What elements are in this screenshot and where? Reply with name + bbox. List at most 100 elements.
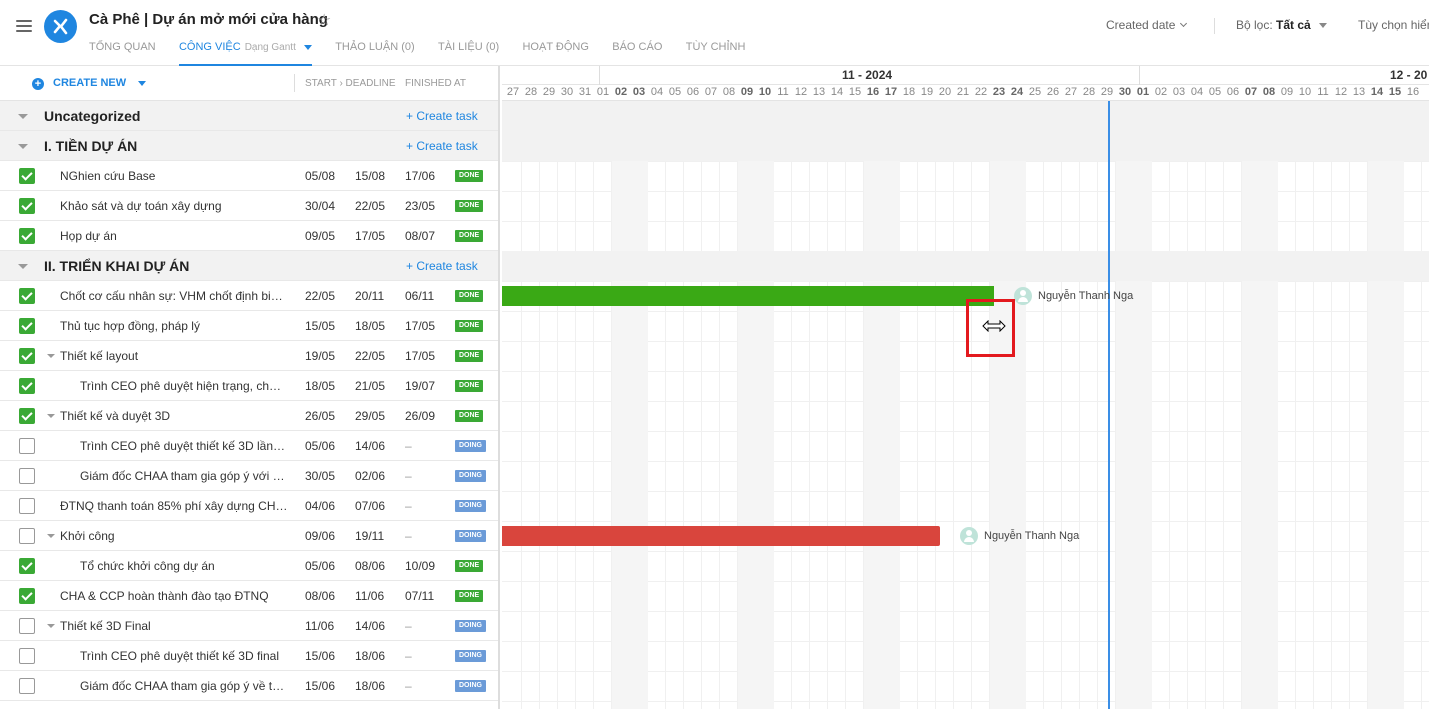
task-row[interactable]: ĐTNQ thanh toán 85% phí xây dựng CHAA...… [0,491,498,521]
task-row[interactable]: Thiết kế layout 19/05 22/05 17/05 DONE [0,341,498,371]
tab-customize[interactable]: TÙY CHỈNH [686,40,746,66]
display-options[interactable]: Tùy chọn hiển [1358,18,1429,32]
day-label: 09 [1280,86,1294,98]
tab-activity[interactable]: HOẠT ĐỘNG [522,40,588,66]
collapse-icon[interactable] [18,264,28,269]
subtask-row[interactable]: Trình CEO phê duyệt thiết kế 3D lần 1...… [0,431,498,461]
day-label: 06 [686,86,700,98]
task-row[interactable]: Khảo sát và dự toán xây dựng 30/04 22/05… [0,191,498,221]
task-name[interactable]: Khảo sát và dự toán xây dựng [60,199,288,213]
task-name[interactable]: Thủ tục hợp đồng, pháp lý [60,319,288,333]
star-icon[interactable]: ☆ [317,10,331,30]
task-row[interactable]: Chốt cơ cấu nhân sự: VHM chốt định biên.… [0,281,498,311]
day-label: 01 [596,86,610,98]
task-checkbox[interactable] [19,498,35,514]
task-checkbox[interactable] [19,438,35,454]
collapse-icon[interactable] [18,114,28,119]
expand-subtasks-icon[interactable] [47,354,55,358]
task-checkbox[interactable] [19,378,35,394]
task-row[interactable]: Thủ tục hợp đồng, pháp lý 15/05 18/05 17… [0,311,498,341]
task-checkbox[interactable] [19,288,35,304]
subtask-row[interactable]: Giám đốc CHAA tham gia góp ý với c... 30… [0,461,498,491]
tab-discussion[interactable]: THẢO LUẬN (0) [335,40,414,66]
chevron-down-icon[interactable] [303,44,312,50]
subtask-row[interactable]: Trình CEO phê duyệt thiết kế 3D final 15… [0,641,498,671]
task-name[interactable]: Thiết kế 3D Final [60,619,288,633]
tab-overview[interactable]: TỔNG QUAN [89,40,156,66]
status-badge: DONE [455,410,484,422]
task-checkbox[interactable] [19,528,35,544]
tab-tasks[interactable]: CÔNG VIỆC Dạng Gantt [178,40,312,66]
gantt-body[interactable]: Nguyễn Thanh Nga Nguyễn Thanh Nga [502,101,1429,709]
task-deadline: 17/05 [355,229,386,243]
task-checkbox[interactable] [19,228,35,244]
task-name[interactable]: Trình CEO phê duyệt thiết kế 3D final [80,649,286,663]
task-start: 30/04 [305,199,336,213]
create-task-link[interactable]: + Create task [406,259,478,273]
tab-documents[interactable]: TÀI LIỆU (0) [438,40,499,66]
task-checkbox[interactable] [19,468,35,484]
task-name[interactable]: Giám đốc CHAA tham gia góp ý với c... [80,469,286,483]
caret-down-icon[interactable] [138,80,147,86]
task-name[interactable]: Trình CEO phê duyệt thiết kế 3D lần 1... [80,439,286,453]
task-checkbox[interactable] [19,168,35,184]
task-row[interactable]: Khởi công 09/06 19/11 – DOING [0,521,498,551]
task-name[interactable]: CHA & CCP hoàn thành đào tạo ĐTNQ [60,589,288,603]
expand-subtasks-icon[interactable] [47,534,55,538]
weekend-column [1368,101,1386,709]
gantt-bar-chot-co-cau[interactable] [502,286,994,306]
task-row[interactable]: Họp dự án 09/05 17/05 08/07 DONE [0,221,498,251]
task-name[interactable]: Trình CEO phê duyệt hiện trạng, chủ đầu … [80,379,286,393]
task-row[interactable]: NGhien cứu Base 05/08 15/08 17/06 DONE [0,161,498,191]
day-label: 16 [1406,86,1420,98]
menu-icon[interactable] [16,20,32,32]
expand-subtasks-icon[interactable] [47,624,55,628]
plus-circle-icon: + [32,78,44,90]
filter-dropdown[interactable]: Bộ lọc: Tất cả [1236,18,1327,32]
sort-dropdown[interactable]: Created date [1106,18,1188,32]
task-name[interactable]: NGhien cứu Base [60,169,288,183]
task-checkbox[interactable] [19,408,35,424]
day-label: 13 [812,86,826,98]
grid-line [665,101,666,709]
create-task-link[interactable]: + Create task [406,109,478,123]
create-new-button[interactable]: + CREATE NEW [32,77,147,90]
subtask-row[interactable]: Giám đốc CHAA tham gia góp ý về th... 15… [0,671,498,701]
weekend-column [738,101,756,709]
task-checkbox[interactable] [19,348,35,364]
task-finished: 19/07 [405,379,436,393]
column-start-deadline[interactable]: START › DEADLINE [305,78,396,89]
task-checkbox[interactable] [19,618,35,634]
task-name[interactable]: ĐTNQ thanh toán 85% phí xây dựng CHAA... [60,499,288,513]
task-name[interactable]: Thiết kế layout [60,349,288,363]
collapse-icon[interactable] [18,144,28,149]
task-name[interactable]: Họp dự án [60,229,288,243]
subtask-row[interactable]: Trình CEO phê duyệt hiện trạng, chủ đầu … [0,371,498,401]
task-checkbox[interactable] [19,318,35,334]
gantt-chart[interactable]: 11 - 2024 12 - 20 27 28 29 30 31 01 02 03 04 05 06… [502,66,1429,709]
task-name[interactable]: Thiết kế và duyệt 3D [60,409,288,423]
day-label: 30 [1118,86,1132,98]
task-deadline: 15/08 [355,169,386,183]
weekend-column [990,101,1008,709]
gantt-day-header: 27 28 29 30 31 01 02 03 04 05 06 07 08 09 10 11 12 13 14 15… [502,85,1429,101]
task-checkbox[interactable] [19,198,35,214]
subtask-row[interactable]: Tổ chức khởi công dự án 05/06 08/06 10/0… [0,551,498,581]
gantt-bar-khoi-cong[interactable] [502,526,940,546]
task-checkbox[interactable] [19,558,35,574]
task-row[interactable]: CHA & CCP hoàn thành đào tạo ĐTNQ 08/06 … [0,581,498,611]
tab-reports[interactable]: BÁO CÁO [612,40,662,66]
expand-subtasks-icon[interactable] [47,414,55,418]
task-checkbox[interactable] [19,648,35,664]
column-finished-at[interactable]: FINISHED AT [405,78,466,89]
task-row[interactable]: Thiết kế và duyệt 3D 26/05 29/05 26/09 D… [0,401,498,431]
task-row[interactable]: Thiết kế 3D Final 11/06 14/06 – DOING [0,611,498,641]
task-name[interactable]: Tổ chức khởi công dự án [80,559,286,573]
app-logo-icon[interactable] [44,10,77,43]
task-name[interactable]: Khởi công [60,529,288,543]
task-name[interactable]: Chốt cơ cấu nhân sự: VHM chốt định biên.… [60,289,288,303]
task-checkbox[interactable] [19,588,35,604]
task-name[interactable]: Giám đốc CHAA tham gia góp ý về th... [80,679,286,693]
task-checkbox[interactable] [19,678,35,694]
create-task-link[interactable]: + Create task [406,139,478,153]
